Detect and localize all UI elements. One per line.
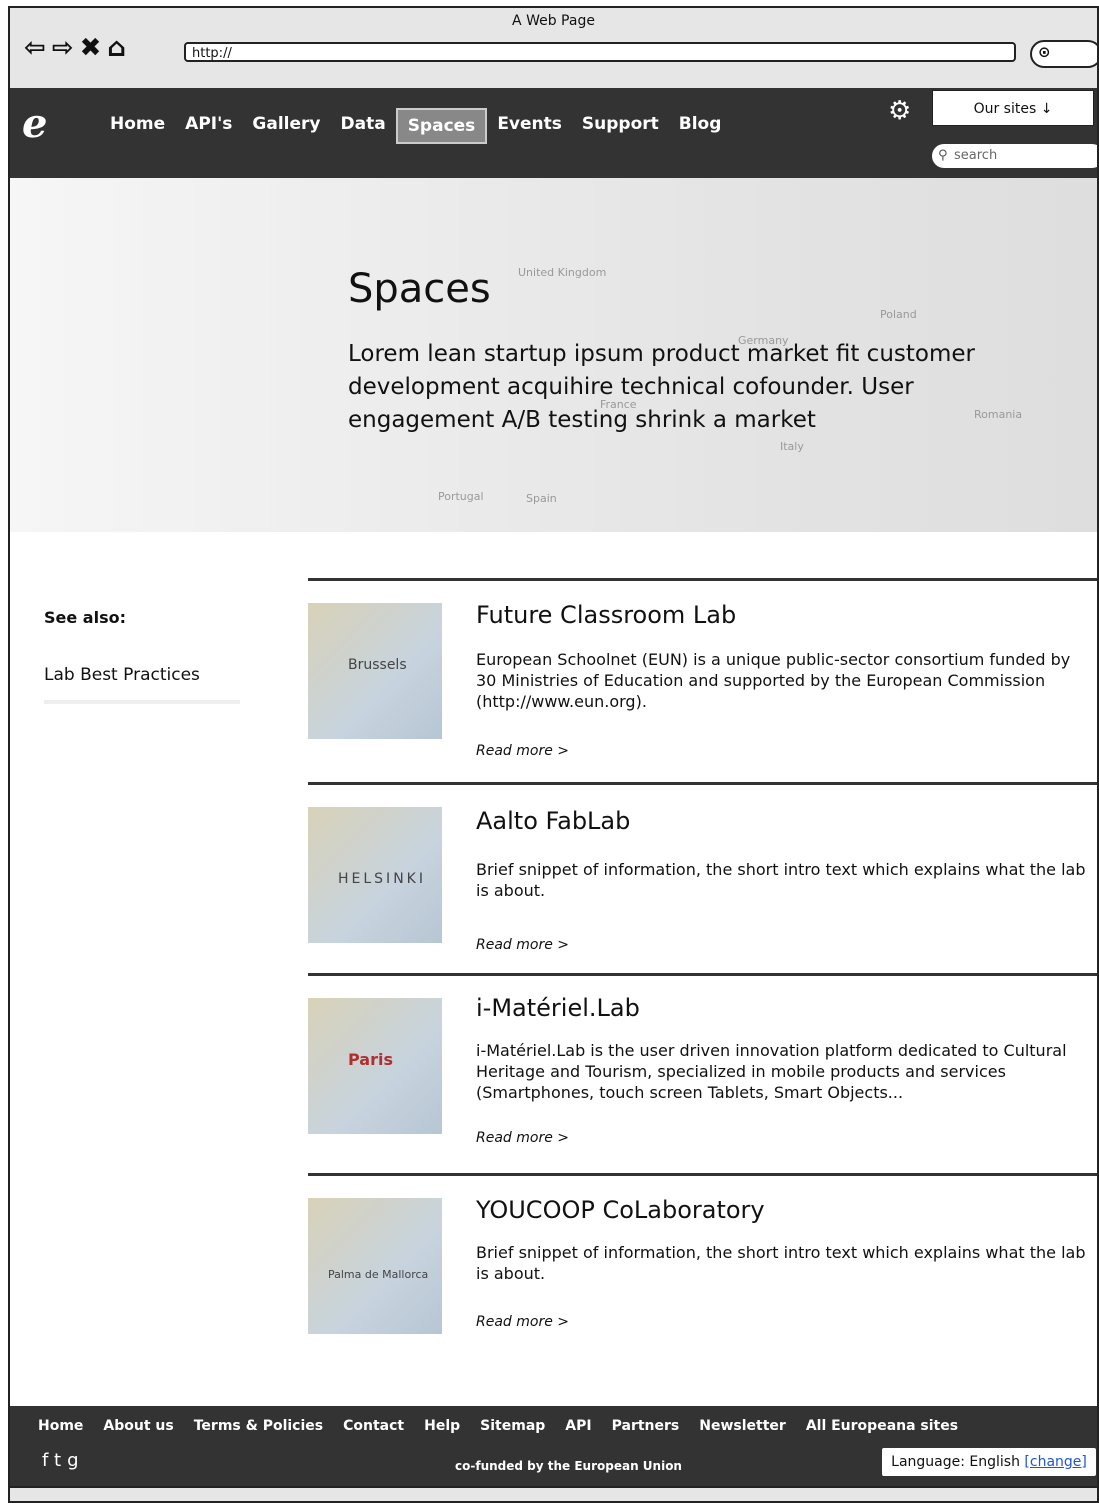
- map-thumb-label: HELSINKI: [338, 871, 426, 887]
- lab-card: Palma de Mallorca YOUCOOP CoLaboratory B…: [308, 1173, 1097, 1376]
- site-navbar: ℯ Home API's Gallery Data Spaces Events …: [10, 88, 1097, 178]
- lab-card: HELSINKI Aalto FabLab Brief snippet of i…: [308, 782, 1097, 976]
- footer-link-partners[interactable]: Partners: [612, 1418, 680, 1434]
- page-title: Spaces: [348, 266, 491, 312]
- footer-link-terms[interactable]: Terms & Policies: [194, 1418, 323, 1434]
- lab-description: i-Matériel.Lab is the user driven innova…: [476, 1041, 1067, 1102]
- lab-best-practices-link[interactable]: Lab Best Practices: [44, 665, 200, 685]
- browser-search-button[interactable]: ⊙: [1030, 40, 1097, 68]
- footer-link-api[interactable]: API: [565, 1418, 591, 1434]
- lab-card: Brussels Future Classroom Lab European S…: [308, 578, 1097, 784]
- map-label: United Kingdom: [518, 266, 607, 279]
- browser-window: A Web Page ⇦ ⇨ ✖ ⌂ http:// ⊙ ℯ Home API'…: [8, 6, 1099, 1503]
- lab-card: Paris i-Matériel.Lab i-Matériel.Lab is t…: [308, 973, 1097, 1176]
- close-icon[interactable]: ✖: [80, 34, 102, 62]
- map-label: Portugal: [438, 490, 484, 503]
- map-label: Spain: [526, 492, 557, 505]
- site-footer: Home About us Terms & Policies Contact H…: [10, 1406, 1097, 1486]
- forward-arrow-icon[interactable]: ⇨: [52, 34, 74, 62]
- footer-link-about[interactable]: About us: [103, 1418, 173, 1434]
- nav-item-events[interactable]: Events: [487, 108, 572, 144]
- language-selector: Language: English [change]: [882, 1448, 1096, 1476]
- nav-item-data[interactable]: Data: [331, 108, 396, 144]
- browser-chrome: A Web Page ⇦ ⇨ ✖ ⌂ http:// ⊙: [10, 8, 1097, 90]
- hero-banner: United Kingdom Poland Germany France Ita…: [10, 178, 1097, 532]
- footer-link-all-sites[interactable]: All Europeana sites: [806, 1418, 958, 1434]
- footer-link-newsletter[interactable]: Newsletter: [699, 1418, 786, 1434]
- read-more-link[interactable]: Read more >: [476, 1314, 569, 1330]
- lab-map-thumbnail[interactable]: Brussels: [308, 603, 442, 739]
- lab-title[interactable]: Aalto FabLab: [476, 807, 630, 835]
- map-thumb-label: Palma de Mallorca: [328, 1268, 429, 1281]
- url-bar[interactable]: http://: [184, 42, 1016, 62]
- language-label: Language: English: [891, 1454, 1020, 1470]
- our-sites-dropdown[interactable]: Our sites ↓: [932, 90, 1094, 126]
- footer-link-sitemap[interactable]: Sitemap: [480, 1418, 545, 1434]
- map-thumb-label: Paris: [348, 1050, 393, 1069]
- browser-status-bar: [10, 1486, 1097, 1501]
- nav-item-apis[interactable]: API's: [175, 108, 242, 144]
- map-label: Italy: [780, 440, 804, 453]
- nav-item-support[interactable]: Support: [572, 108, 669, 144]
- footer-link-home[interactable]: Home: [38, 1418, 83, 1434]
- nav-item-spaces[interactable]: Spaces: [395, 108, 488, 144]
- window-title: A Web Page: [512, 13, 595, 29]
- search-icon: ⊙: [1038, 43, 1051, 61]
- lab-description: Brief snippet of information, the short …: [476, 1243, 1086, 1283]
- lab-map-thumbnail[interactable]: Palma de Mallorca: [308, 1198, 442, 1334]
- back-arrow-icon[interactable]: ⇦: [24, 34, 46, 62]
- footer-links: Home About us Terms & Policies Contact H…: [38, 1418, 958, 1434]
- lab-description: European Schoolnet (EUN) is a unique pub…: [476, 650, 1071, 711]
- read-more-link[interactable]: Read more >: [476, 937, 569, 953]
- hero-text: Lorem lean startup ipsum product market …: [348, 341, 975, 433]
- lab-title[interactable]: YOUCOOP CoLaboratory: [476, 1196, 765, 1224]
- read-more-link[interactable]: Read more >: [476, 1130, 569, 1146]
- map-label: Poland: [880, 308, 917, 321]
- main-menu: Home API's Gallery Data Spaces Events Su…: [100, 108, 731, 144]
- sidebar-divider: [44, 700, 240, 704]
- search-placeholder: search: [954, 148, 998, 163]
- gear-icon[interactable]: ⚙: [888, 96, 911, 126]
- map-thumb-label: Brussels: [348, 657, 407, 673]
- browser-nav-buttons: ⇦ ⇨ ✖ ⌂: [24, 34, 126, 62]
- lab-title[interactable]: Future Classroom Lab: [476, 601, 736, 629]
- nav-item-blog[interactable]: Blog: [669, 108, 732, 144]
- read-more-link[interactable]: Read more >: [476, 743, 569, 759]
- search-input[interactable]: ⚲ search: [932, 144, 1097, 168]
- lab-map-thumbnail[interactable]: Paris: [308, 998, 442, 1134]
- lab-description: Brief snippet of information, the short …: [476, 860, 1086, 900]
- nav-item-home[interactable]: Home: [100, 108, 175, 144]
- nav-item-gallery[interactable]: Gallery: [242, 108, 330, 144]
- language-change-link[interactable]: [change]: [1024, 1454, 1086, 1470]
- lab-title[interactable]: i-Matériel.Lab: [476, 994, 640, 1022]
- search-icon: ⚲: [938, 148, 948, 163]
- site-logo[interactable]: ℯ: [22, 102, 58, 146]
- lab-map-thumbnail[interactable]: HELSINKI: [308, 807, 442, 943]
- footer-link-contact[interactable]: Contact: [343, 1418, 404, 1434]
- home-icon[interactable]: ⌂: [107, 34, 126, 62]
- see-also-heading: See also:: [44, 608, 126, 627]
- footer-link-help[interactable]: Help: [424, 1418, 460, 1434]
